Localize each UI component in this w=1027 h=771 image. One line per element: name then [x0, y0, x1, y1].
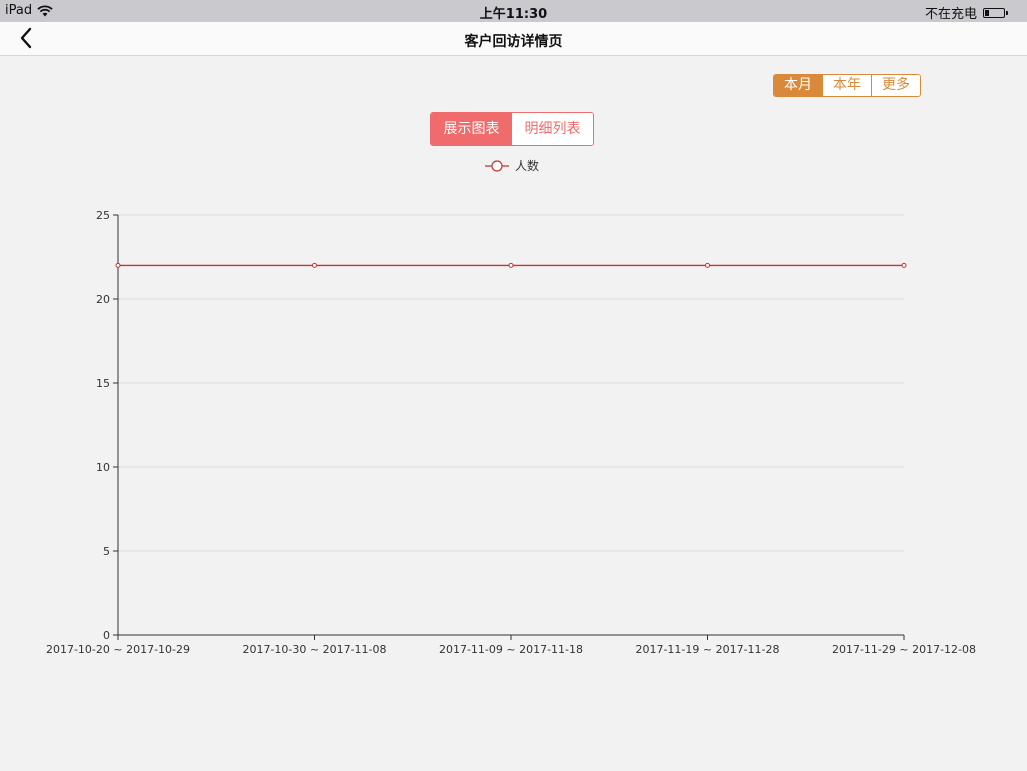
- y-tick-label: 20: [96, 293, 110, 306]
- nav-bar: 客户回访详情页: [0, 22, 1027, 56]
- chart-legend[interactable]: 人数: [485, 158, 539, 173]
- battery-icon: [983, 7, 1008, 18]
- status-bar: iPad 上午11:30 不在充电: [0, 0, 1027, 22]
- y-tick-label: 5: [103, 545, 110, 558]
- period-segmented-control: 本月 本年 更多: [773, 74, 921, 97]
- line-chart: 人数 0 5 10 15 20 25 2017-10-20 ~ 2017-10-29 2017…: [46, 158, 976, 656]
- y-tick-label: 15: [96, 377, 110, 390]
- tab-show-chart[interactable]: 展示图表: [431, 113, 512, 145]
- period-tab-year[interactable]: 本年: [822, 75, 871, 96]
- data-point[interactable]: [312, 262, 317, 268]
- legend-marker-icon: [491, 160, 503, 172]
- view-segmented-control: 展示图表 明细列表: [430, 112, 594, 146]
- x-tick-label: 2017-10-30 ~ 2017-11-08: [242, 643, 386, 656]
- y-tick-label: 25: [96, 209, 110, 222]
- chart-series: [115, 262, 907, 268]
- x-tick-label: 2017-11-09 ~ 2017-11-18: [439, 643, 583, 656]
- x-tick-label: 2017-11-29 ~ 2017-12-08: [832, 643, 976, 656]
- data-point[interactable]: [508, 262, 514, 268]
- page-title: 客户回访详情页: [464, 34, 563, 50]
- x-tick-label: 2017-11-19 ~ 2017-11-28: [635, 643, 779, 656]
- data-point[interactable]: [115, 262, 121, 268]
- chart-axes: 0 5 10 15 20 25 2017-10-20 ~ 2017-10-29 2017-10…: [46, 209, 976, 656]
- battery-status-text: 不在充电: [924, 7, 977, 22]
- status-time: 上午11:30: [479, 7, 548, 22]
- period-tab-month[interactable]: 本月: [774, 75, 822, 96]
- y-tick-label: 0: [103, 629, 110, 642]
- status-right: 不在充电: [924, 3, 1008, 22]
- tab-detail-list[interactable]: 明细列表: [512, 113, 593, 145]
- y-tick-label: 10: [96, 461, 110, 474]
- x-tick-label: 2017-10-20 ~ 2017-10-29: [46, 643, 190, 656]
- data-point[interactable]: [705, 262, 710, 268]
- period-tab-more[interactable]: 更多: [871, 75, 920, 96]
- legend-label: 人数: [515, 158, 539, 173]
- data-point[interactable]: [901, 262, 907, 268]
